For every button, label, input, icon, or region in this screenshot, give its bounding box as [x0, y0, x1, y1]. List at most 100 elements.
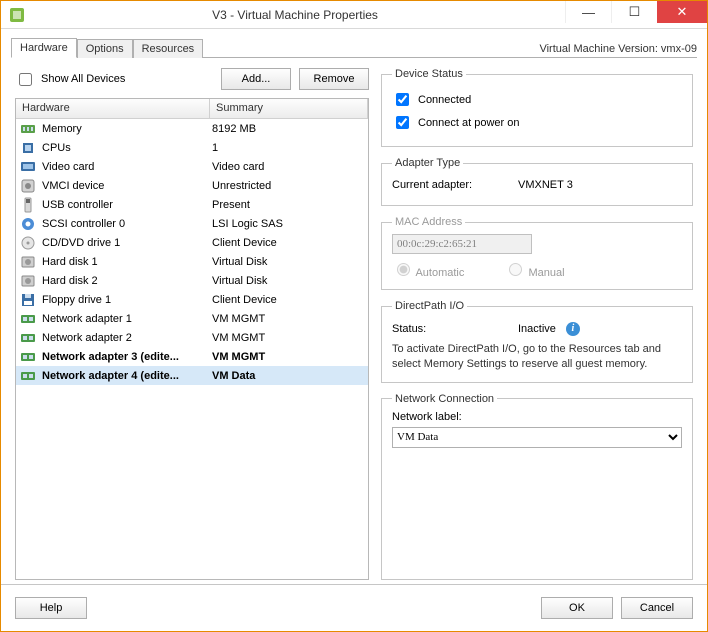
hardware-row[interactable]: Network adapter 2VM MGMT	[16, 328, 368, 347]
show-all-devices-label: Show All Devices	[41, 73, 125, 85]
hardware-name: Network adapter 3 (edite...	[42, 351, 212, 363]
hardware-row[interactable]: Video cardVideo card	[16, 157, 368, 176]
hardware-name: VMCI device	[42, 180, 212, 192]
hardware-pane: Show All Devices Add... Remove Hardware …	[15, 68, 369, 580]
directpath-note: To activate DirectPath I/O, go to the Re…	[392, 342, 682, 372]
hardware-row[interactable]: Network adapter 1VM MGMT	[16, 309, 368, 328]
hardware-list: Hardware Summary Memory8192 MBCPUs1Video…	[15, 98, 369, 580]
hardware-name: CD/DVD drive 1	[42, 237, 212, 249]
mac-manual-radio: Manual	[504, 260, 564, 279]
hardware-summary: LSI Logic SAS	[212, 218, 368, 230]
hardware-name: Network adapter 2	[42, 332, 212, 344]
video-icon	[20, 159, 36, 175]
tabs: Hardware Options Resources Virtual Machi…	[11, 35, 697, 57]
floppy-icon	[20, 292, 36, 308]
col-hardware[interactable]: Hardware	[16, 99, 210, 118]
connect-poweron-checkbox[interactable]	[396, 116, 409, 129]
vsphere-icon	[9, 7, 25, 23]
hardware-summary: Virtual Disk	[212, 275, 368, 287]
ok-button[interactable]: OK	[541, 597, 613, 619]
hardware-row[interactable]: Memory8192 MB	[16, 119, 368, 138]
hardware-name: Network adapter 1	[42, 313, 212, 325]
vm-version-label: Virtual Machine Version: vmx-09	[539, 43, 697, 57]
hardware-name: CPUs	[42, 142, 212, 154]
hardware-row[interactable]: Hard disk 2Virtual Disk	[16, 271, 368, 290]
network-label-select[interactable]: VM Data	[392, 427, 682, 448]
nic-icon	[20, 349, 36, 365]
col-summary[interactable]: Summary	[210, 99, 368, 118]
hardware-summary: Present	[212, 199, 368, 211]
hardware-name: Hard disk 1	[42, 256, 212, 268]
hardware-summary: VM MGMT	[212, 313, 368, 325]
hardware-name: Network adapter 4 (edite...	[42, 370, 212, 382]
hardware-summary: Video card	[212, 161, 368, 173]
hardware-summary: Client Device	[212, 237, 368, 249]
add-button[interactable]: Add...	[221, 68, 291, 90]
hardware-list-body[interactable]: Memory8192 MBCPUs1Video cardVideo cardVM…	[16, 119, 368, 579]
directpath-status-label: Status:	[392, 323, 512, 335]
mac-address-legend: MAC Address	[392, 216, 465, 228]
scsi-icon	[20, 216, 36, 232]
nic-icon	[20, 330, 36, 346]
adapter-type-value: VMXNET 3	[518, 179, 573, 191]
connect-poweron-label: Connect at power on	[418, 117, 520, 129]
show-all-devices-checkbox[interactable]: Show All Devices	[15, 70, 125, 89]
nic-icon	[20, 311, 36, 327]
tab-resources[interactable]: Resources	[133, 39, 204, 58]
hardware-summary: Virtual Disk	[212, 256, 368, 268]
nic-icon	[20, 368, 36, 384]
info-icon[interactable]: i	[566, 322, 580, 336]
hardware-row[interactable]: SCSI controller 0LSI Logic SAS	[16, 214, 368, 233]
device-status-group: Device Status Connected Connect at power…	[381, 68, 693, 147]
maximize-button[interactable]: ☐	[611, 1, 657, 23]
device-status-legend: Device Status	[392, 68, 466, 80]
hardware-summary: Unrestricted	[212, 180, 368, 192]
show-all-devices-input[interactable]	[19, 73, 32, 86]
hardware-row[interactable]: VMCI deviceUnrestricted	[16, 176, 368, 195]
network-label-text: Network label:	[392, 411, 682, 423]
cddvd-icon	[20, 235, 36, 251]
adapter-type-legend: Adapter Type	[392, 157, 463, 169]
memory-icon	[20, 121, 36, 137]
vmci-icon	[20, 178, 36, 194]
tab-hardware[interactable]: Hardware	[11, 38, 77, 58]
connected-label: Connected	[418, 94, 471, 106]
hardware-summary: VM MGMT	[212, 351, 368, 363]
directpath-status-value: Inactive	[518, 323, 556, 335]
minimize-button[interactable]: —	[565, 1, 611, 23]
help-button[interactable]: Help	[15, 597, 87, 619]
detail-pane: Device Status Connected Connect at power…	[381, 68, 693, 580]
hardware-row[interactable]: USB controllerPresent	[16, 195, 368, 214]
hardware-row[interactable]: Network adapter 3 (edite...VM MGMT	[16, 347, 368, 366]
cancel-button[interactable]: Cancel	[621, 597, 693, 619]
footer: Help OK Cancel	[1, 584, 707, 631]
hardware-row[interactable]: Network adapter 4 (edite...VM Data	[16, 366, 368, 385]
connected-checkbox[interactable]	[396, 93, 409, 106]
directpath-legend: DirectPath I/O	[392, 300, 467, 312]
hardware-name: Hard disk 2	[42, 275, 212, 287]
directpath-group: DirectPath I/O Status: Inactive i To act…	[381, 300, 693, 383]
hardware-name: USB controller	[42, 199, 212, 211]
hardware-name: SCSI controller 0	[42, 218, 212, 230]
hardware-row[interactable]: Floppy drive 1Client Device	[16, 290, 368, 309]
close-button[interactable]: ✕	[657, 1, 707, 23]
remove-button[interactable]: Remove	[299, 68, 369, 90]
titlebar[interactable]: V3 - Virtual Machine Properties — ☐ ✕	[1, 1, 707, 29]
hardware-row[interactable]: Hard disk 1Virtual Disk	[16, 252, 368, 271]
hardware-summary: 1	[212, 142, 368, 154]
hardware-name: Video card	[42, 161, 212, 173]
hardware-list-header: Hardware Summary	[16, 99, 368, 119]
tab-options[interactable]: Options	[77, 39, 133, 58]
hardware-summary: Client Device	[212, 294, 368, 306]
network-connection-legend: Network Connection	[392, 393, 497, 405]
network-connection-group: Network Connection Network label: VM Dat…	[381, 393, 693, 580]
disk-icon	[20, 254, 36, 270]
hardware-summary: VM MGMT	[212, 332, 368, 344]
hardware-row[interactable]: CPUs1	[16, 138, 368, 157]
window-title: V3 - Virtual Machine Properties	[25, 8, 565, 22]
cpu-icon	[20, 140, 36, 156]
hardware-name: Floppy drive 1	[42, 294, 212, 306]
mac-automatic-radio: Automatic	[392, 260, 464, 279]
hardware-row[interactable]: CD/DVD drive 1Client Device	[16, 233, 368, 252]
mac-address-group: MAC Address Automatic Manual	[381, 216, 693, 290]
